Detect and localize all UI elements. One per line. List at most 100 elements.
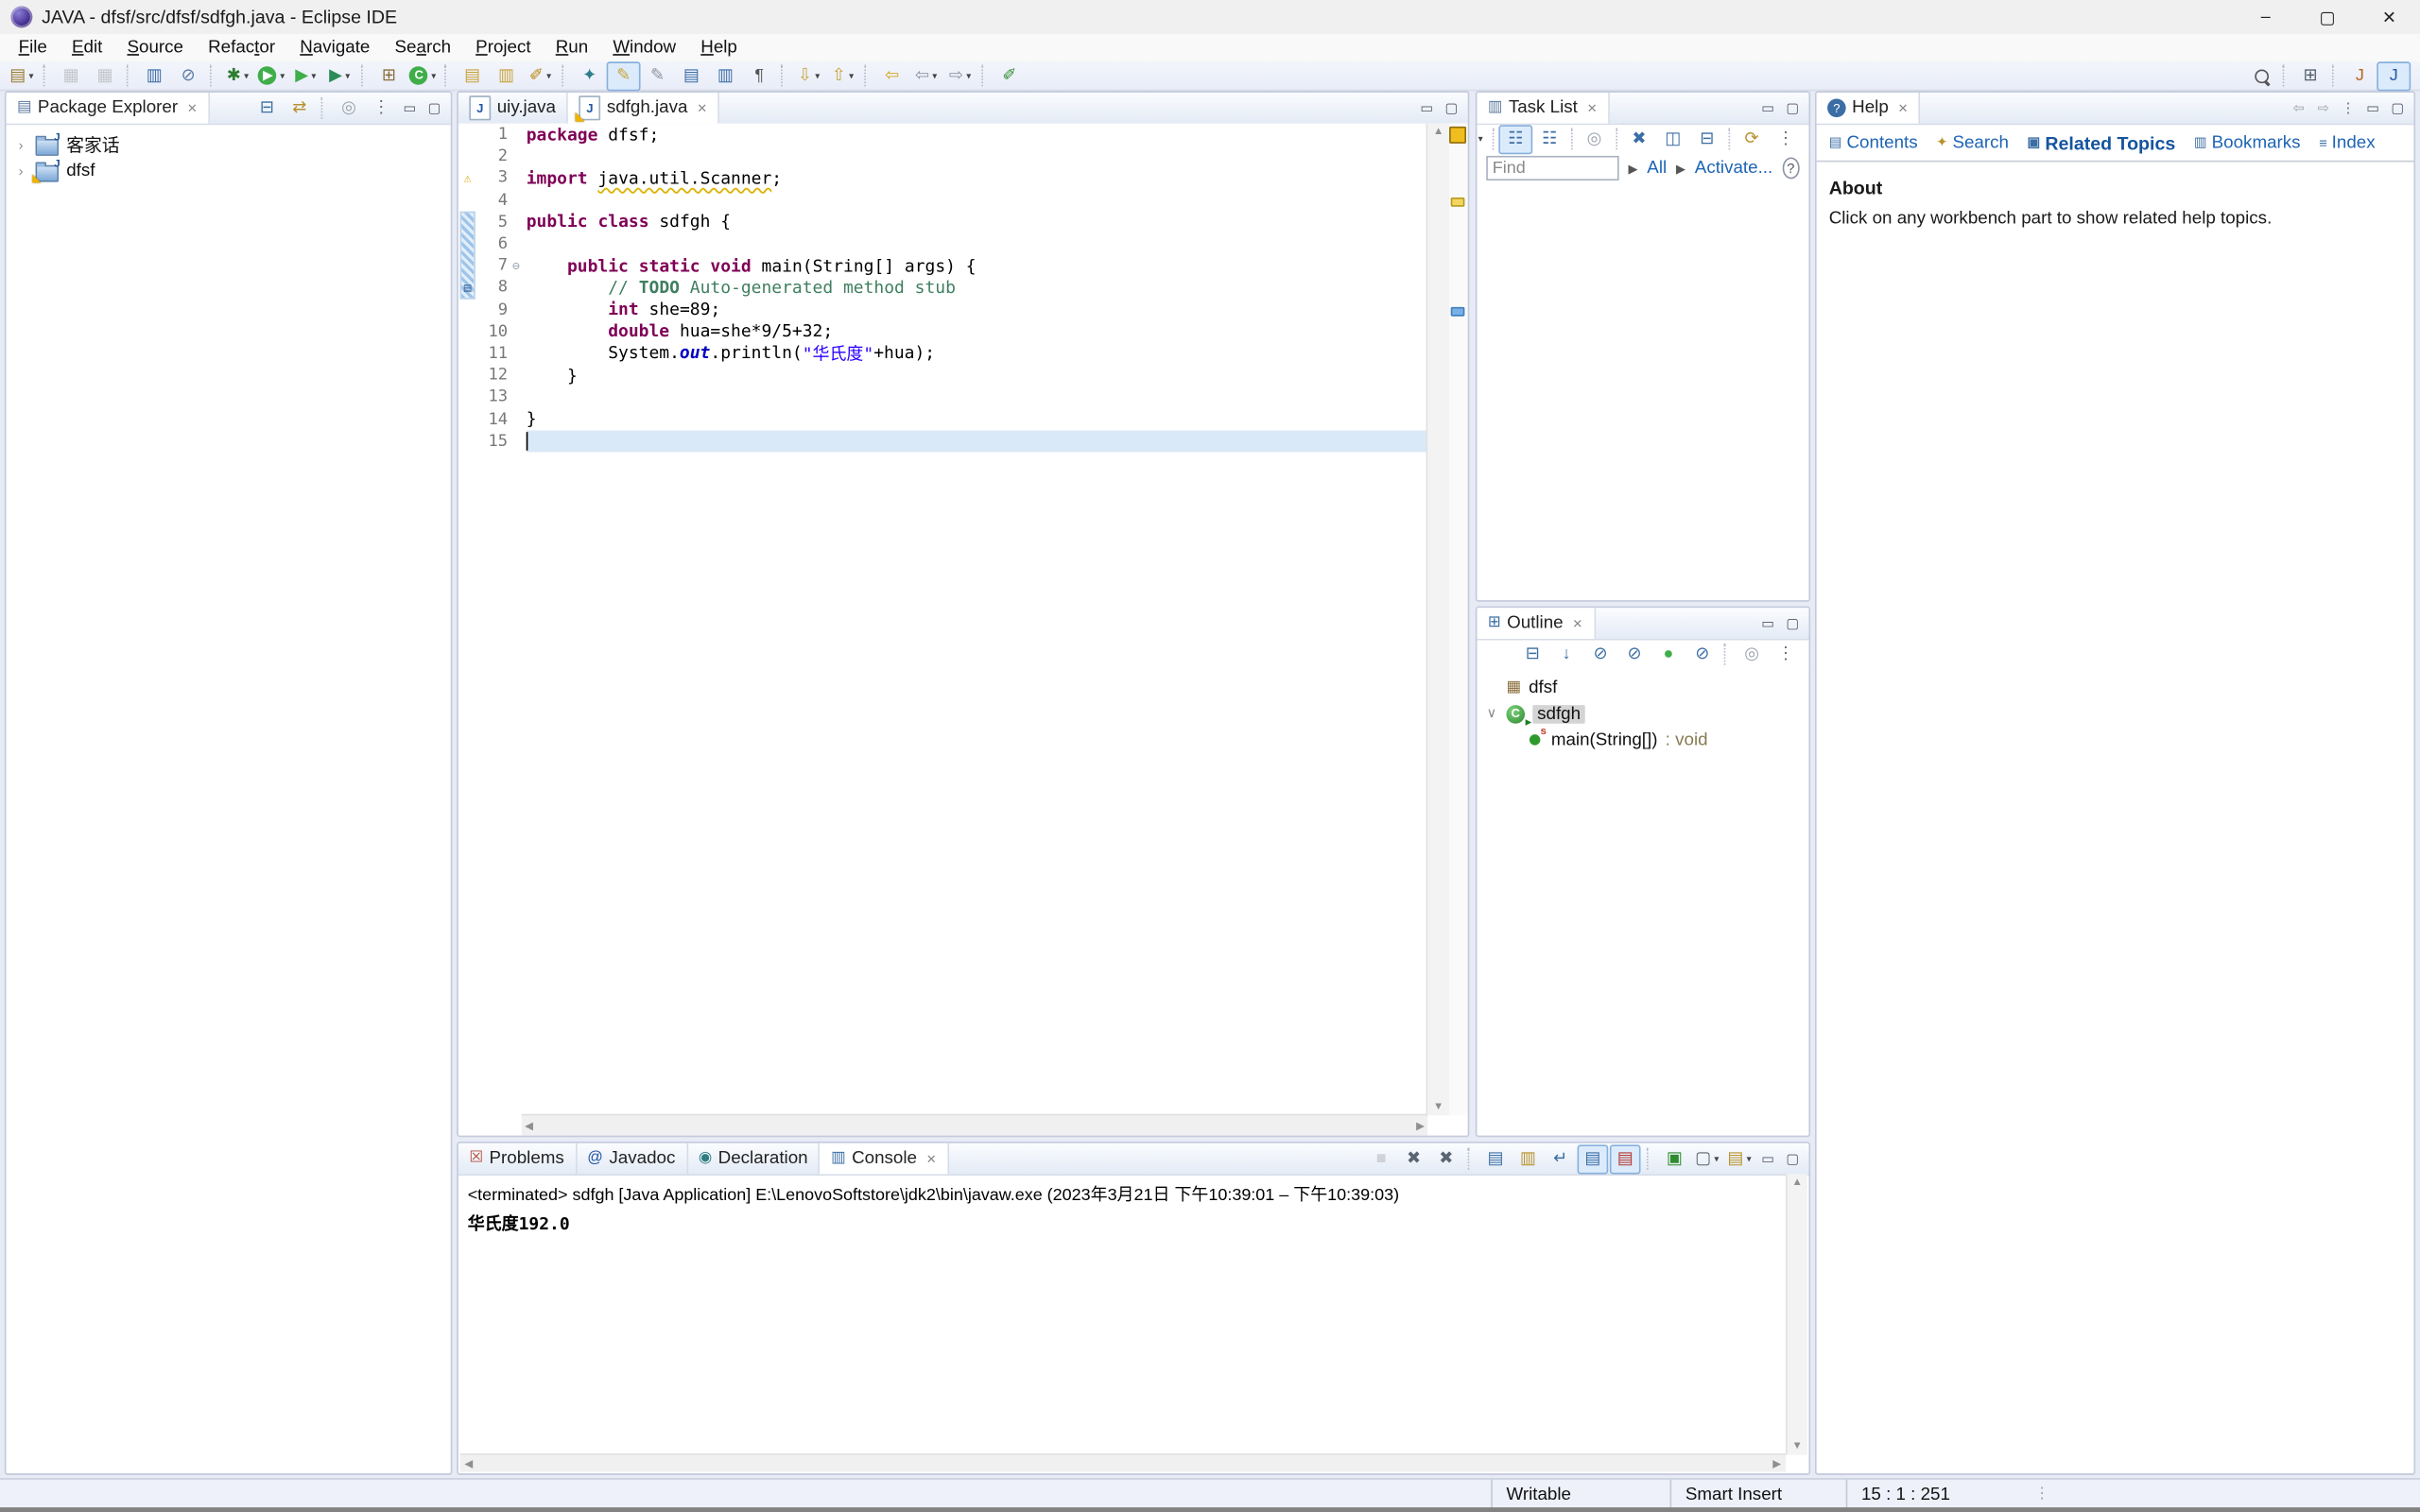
java-ee-perspective-icon[interactable]: J [2342, 60, 2377, 90]
code-text[interactable]: } [527, 408, 1427, 430]
menu-run[interactable]: Run [544, 34, 601, 61]
annotation-cell[interactable] [458, 408, 477, 430]
scroll-up-icon[interactable]: ▲ [1430, 124, 1447, 141]
hide-fields-icon[interactable]: ⊘ [1583, 640, 1617, 669]
collapse-all-icon[interactable]: ⊟ [1690, 124, 1724, 153]
code-text[interactable]: double hua=she*9/5+32; [527, 320, 1427, 342]
code-token[interactable] [588, 212, 598, 232]
code-token[interactable] [629, 256, 639, 276]
expand-arrow-icon[interactable]: › [14, 136, 28, 151]
code-line-13[interactable]: 13 [458, 387, 1427, 408]
menu-search[interactable]: Search [382, 34, 463, 61]
sort-icon[interactable]: ↓ [1549, 640, 1583, 669]
profile-icon[interactable]: ▶▾ [322, 60, 356, 90]
open-type-icon[interactable]: ▤ [456, 60, 490, 90]
project-客家话[interactable]: ›J客家话 [7, 131, 451, 158]
search-link[interactable]: ✦Search [1936, 133, 2009, 152]
previous-edit-location-icon[interactable]: ⇧▾ [825, 60, 859, 90]
code-text[interactable]: public static void main(String[] args) { [527, 255, 1427, 277]
scheduled-view-icon[interactable]: ☷ [1532, 124, 1566, 153]
back-history-dropdown[interactable]: ▾ [932, 70, 937, 80]
group-by-owner-icon[interactable]: ◫ [1656, 124, 1690, 153]
save-icon[interactable]: ▦ [54, 60, 88, 90]
maximize-view-icon[interactable]: ▢ [1781, 1147, 1804, 1170]
code-token[interactable]: class [597, 212, 648, 232]
activate-link[interactable]: Activate... [1695, 159, 1772, 178]
view-menu-icon[interactable]: ⋮ [1769, 124, 1803, 153]
annotation-cell[interactable] [458, 124, 477, 146]
forward-icon[interactable]: ⇨▾ [943, 60, 977, 90]
code-line-2[interactable]: 2 [458, 146, 1427, 167]
task-marker-icon[interactable]: ▤ [464, 281, 472, 295]
remove-launch-icon[interactable]: ✖ [1398, 1144, 1429, 1174]
hide-non-public-members-icon[interactable]: ● [1651, 640, 1685, 669]
focus-on-workweek-icon[interactable]: ◎ [1578, 124, 1612, 153]
toggle-breadcrumb-icon[interactable]: ▤ [674, 60, 708, 90]
code-line-7[interactable]: 7⊖ public static void main(String[] args… [458, 255, 1427, 277]
view-menu-icon[interactable]: ⋮ [2337, 96, 2360, 119]
annotation-cell[interactable] [458, 299, 477, 320]
run-dropdown[interactable]: ▾ [280, 70, 285, 80]
code-line-14[interactable]: 14} [458, 408, 1427, 430]
code-line-4[interactable]: 4 [458, 189, 1427, 211]
code-token[interactable]: } [527, 365, 578, 385]
code-token[interactable]: public [527, 212, 588, 232]
next-edit-location-icon[interactable]: ⇩▾ [792, 60, 826, 90]
new-class-icon[interactable]: C▾ [406, 60, 440, 90]
minimize-window-button[interactable]: – [2235, 0, 2296, 34]
new-task-dropdown[interactable]: ▾ [1478, 133, 1483, 144]
code-token[interactable] [700, 256, 711, 276]
code-line-12[interactable]: 12 } [458, 364, 1427, 386]
editor-tab-sdfgh.java[interactable]: Jsdfgh.java✕ [568, 93, 719, 124]
code-token[interactable]: hua=she*9/5+32; [669, 321, 833, 341]
show-selected-element-icon[interactable]: ▥ [708, 60, 742, 90]
expand-arrow-icon[interactable]: › [14, 163, 28, 178]
collapse-arrow-icon[interactable]: ∨ [1485, 705, 1499, 722]
back-icon[interactable]: ⇦ [2288, 96, 2310, 119]
scroll-down-icon[interactable]: ▼ [1430, 1098, 1447, 1115]
tab-declaration[interactable]: ◉Declaration [687, 1143, 820, 1175]
tab-package-explorer[interactable]: ▤ Package Explorer ✕ [7, 93, 210, 124]
scroll-lock-icon[interactable]: ▥ [1512, 1144, 1544, 1174]
clear-console-icon[interactable]: ▤ [1480, 1144, 1512, 1174]
debug-dropdown[interactable]: ▾ [244, 70, 249, 80]
open-console-dropdown[interactable]: ▾ [1747, 1153, 1752, 1163]
remove-all-launches-icon[interactable]: ✖ [1430, 1144, 1461, 1174]
annotation-cell[interactable] [458, 430, 477, 452]
show-whitespace-icon[interactable]: ¶ [742, 60, 776, 90]
minimize-view-icon[interactable]: ▭ [398, 96, 421, 119]
collapse-all-icon[interactable]: ⊟ [1515, 640, 1549, 669]
close-tab-icon[interactable]: ✕ [697, 101, 707, 115]
code-text[interactable]: public class sdfgh { [527, 211, 1427, 232]
code-line-1[interactable]: 1package dfsf; [458, 124, 1427, 146]
debug-icon[interactable]: ✱▾ [220, 60, 254, 90]
code-text[interactable]: int she=89; [527, 299, 1427, 320]
close-view-icon[interactable]: ✕ [187, 101, 198, 115]
console-vertical-scrollbar[interactable]: ▲ ▼ [1786, 1174, 1807, 1454]
categorized-view-icon[interactable]: ☷ [1498, 124, 1532, 153]
maximize-view-icon[interactable]: ▢ [423, 96, 445, 119]
show-stderr-when-changed-icon[interactable]: ▤ [1610, 1144, 1641, 1174]
mark-occurrences-icon[interactable]: ✎ [641, 60, 675, 90]
editor-vertical-scrollbar[interactable]: ▲ ▼ [1426, 124, 1449, 1116]
scroll-down-icon[interactable]: ▼ [1789, 1438, 1806, 1455]
overview-ruler[interactable] [1449, 124, 1468, 1116]
scroll-right-icon[interactable]: ▶ [1413, 1116, 1427, 1135]
maximize-view-icon[interactable]: ▢ [1781, 611, 1804, 634]
hide-completed-tasks-icon[interactable]: ✖ [1622, 124, 1656, 153]
tab-problems[interactable]: ☒Problems [458, 1143, 577, 1175]
code-token[interactable]: out [680, 343, 710, 363]
code-token[interactable]: main(String[] args) { [752, 256, 977, 276]
code-line-8[interactable]: ▤8 // TODO Auto-generated method stub [458, 277, 1427, 299]
code-token[interactable]: Auto-generated method stub [680, 278, 956, 298]
minimize-view-icon[interactable]: ▭ [1415, 96, 1438, 119]
code-line-10[interactable]: 10 double hua=she*9/5+32; [458, 320, 1427, 342]
find-input[interactable] [1486, 156, 1618, 180]
code-line-15[interactable]: 15 [458, 430, 1427, 452]
coverage-icon[interactable]: ▶▾ [288, 60, 322, 90]
tab-help[interactable]: ? Help ✕ [1817, 93, 1921, 124]
code-text[interactable]: package dfsf; [527, 124, 1427, 146]
maximize-window-button[interactable]: ▢ [2296, 0, 2358, 34]
outline-sdfgh[interactable]: ∨Csdfgh [1477, 700, 1808, 727]
display-console-icon[interactable]: ▢▾ [1691, 1144, 1722, 1174]
